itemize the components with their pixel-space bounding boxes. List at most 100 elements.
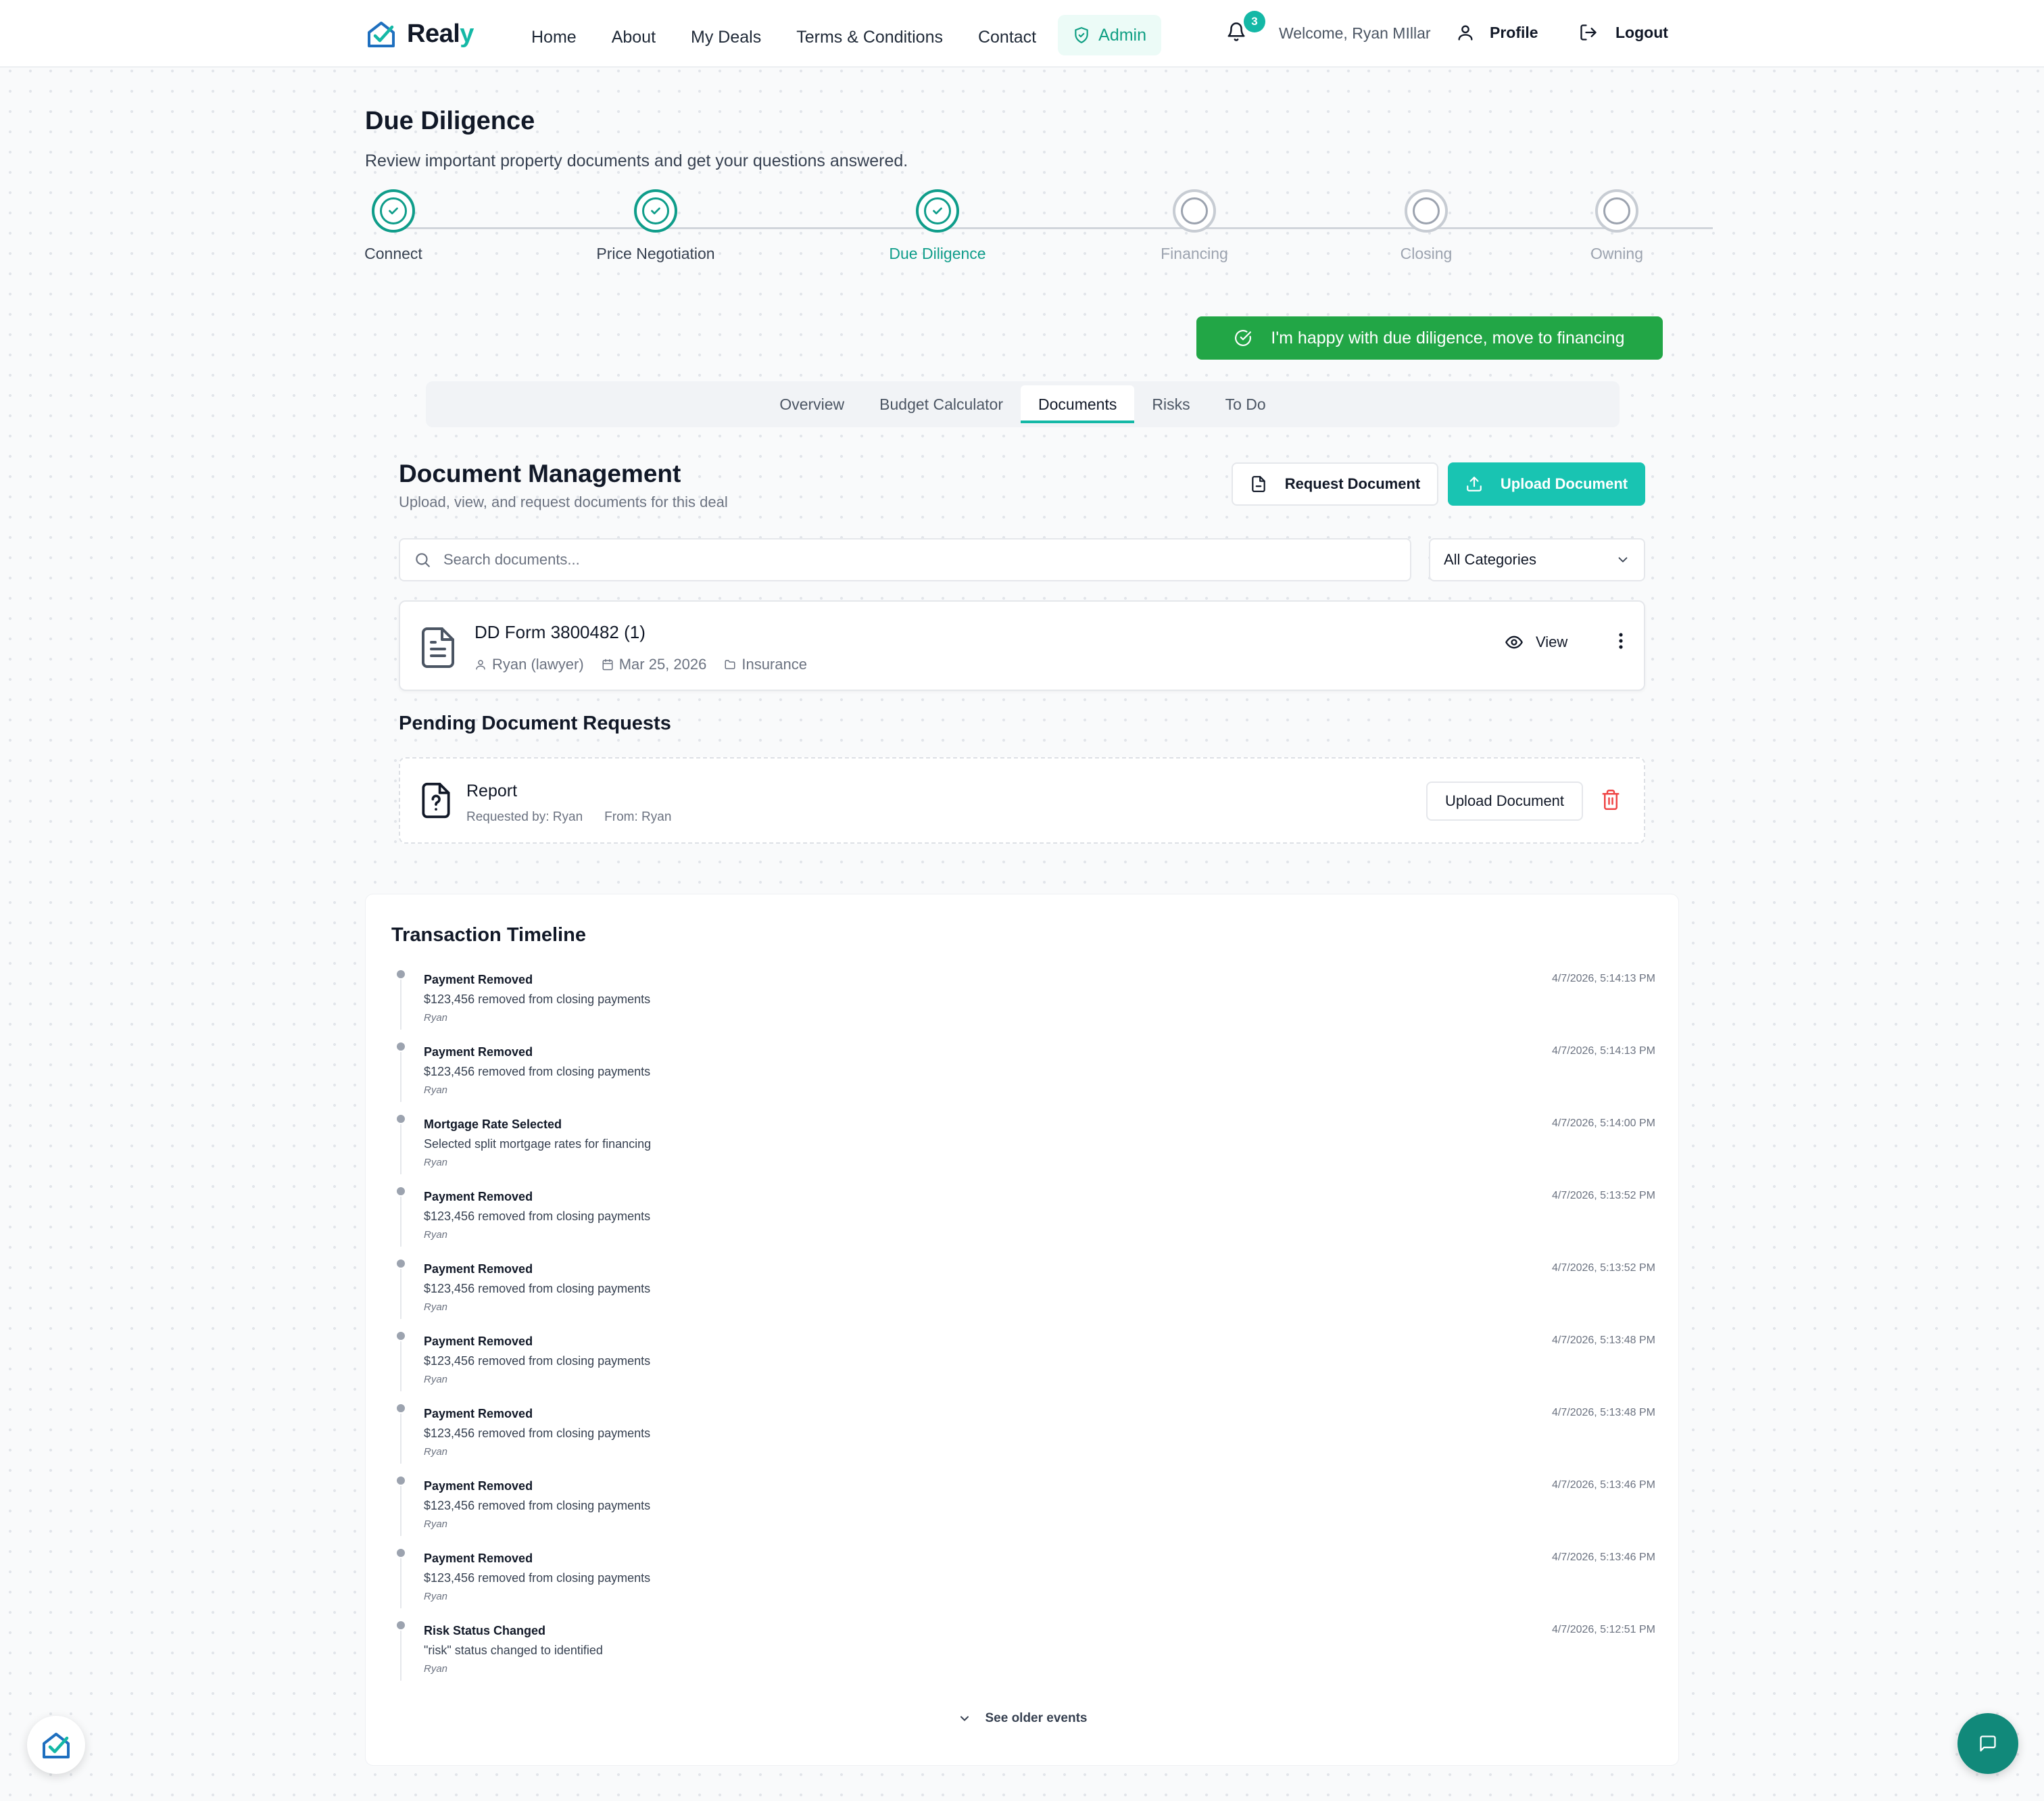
request-from: From: Ryan [604, 810, 672, 824]
nav-home[interactable]: Home [531, 21, 577, 53]
timeline-event-description: $123,456 removed from closing payments [424, 1282, 651, 1295]
file-question-icon [422, 782, 450, 819]
timeline-event-time: 4/7/2026, 5:13:46 PM [1552, 1479, 1655, 1491]
check-icon [651, 207, 660, 215]
logout-link[interactable]: Logout [1579, 23, 1668, 42]
document-owner-text: Ryan (lawyer) [492, 656, 584, 673]
document-more-button[interactable] [1607, 627, 1634, 654]
step-label: Financing [1161, 245, 1228, 262]
document-category: Insurance [724, 656, 807, 673]
timeline-event: Payment Removed $123,456 removed from clo… [391, 1184, 1655, 1257]
timeline-event-description: $123,456 removed from closing payments [424, 1354, 651, 1368]
step-label: Closing [1400, 245, 1453, 262]
step-financing[interactable]: Financing [1093, 189, 1296, 263]
timeline-connector [400, 1558, 402, 1608]
tab-budget-calculator[interactable]: Budget Calculator [862, 385, 1021, 423]
tab-risks[interactable]: Risks [1134, 385, 1207, 423]
calendar-icon [602, 658, 613, 671]
timeline-event-user: Ryan [424, 1229, 448, 1241]
search-icon [416, 553, 430, 567]
timeline-event-user: Ryan [424, 1084, 448, 1096]
timeline-event-time: 4/7/2026, 5:13:48 PM [1552, 1407, 1655, 1418]
document-management-title: Document Management [399, 460, 681, 487]
step-connect[interactable]: Connect [292, 189, 495, 263]
brand-name: Realy [407, 19, 474, 48]
document-search [399, 538, 1411, 581]
timeline-event-title: Payment Removed [424, 1407, 533, 1420]
step-owning[interactable]: Owning [1515, 189, 1718, 263]
nav-terms[interactable]: Terms & Conditions [796, 21, 943, 53]
timeline-dot [397, 1404, 405, 1412]
category-select-value: All Categories [1444, 551, 1536, 568]
timeline-event-description: "risk" status changed to identified [424, 1643, 603, 1657]
nav-admin[interactable]: Admin [1058, 15, 1162, 55]
tab-documents[interactable]: Documents [1021, 385, 1135, 423]
logout-icon [1580, 24, 1597, 41]
chevron-down-icon [960, 1716, 969, 1721]
timeline-dot [397, 1549, 405, 1557]
timeline-connector [400, 1341, 402, 1391]
timeline-dot [397, 1115, 405, 1123]
timeline-event-time: 4/7/2026, 5:13:46 PM [1552, 1552, 1655, 1563]
check-icon [389, 207, 398, 215]
shield-check-icon [1075, 27, 1088, 43]
see-older-events-button[interactable]: See older events [366, 1711, 1680, 1726]
profile-link[interactable]: Profile [1456, 23, 1538, 42]
timeline-dot [397, 1259, 405, 1268]
timeline-event: Payment Removed $123,456 removed from clo… [391, 1040, 1655, 1112]
category-select[interactable]: All Categories [1429, 538, 1645, 581]
timeline-event-title: Mortgage Rate Selected [424, 1118, 562, 1131]
nav-about[interactable]: About [612, 21, 656, 53]
document-category-text: Insurance [741, 656, 807, 673]
request-name: Report [466, 782, 518, 800]
view-document-button[interactable]: View [1505, 629, 1567, 656]
timeline-event-time: 4/7/2026, 5:13:52 PM [1552, 1190, 1655, 1201]
nav-my-deals[interactable]: My Deals [691, 21, 761, 53]
upload-document-button[interactable]: Upload Document [1448, 462, 1645, 506]
chevron-down-icon [1618, 557, 1628, 562]
timeline-dot [397, 1042, 405, 1051]
timeline-event-user: Ryan [424, 1012, 448, 1024]
file-text-icon [422, 627, 454, 668]
timeline-event-title: Payment Removed [424, 1262, 533, 1276]
step-status-indicator [916, 189, 959, 233]
step-due-diligence[interactable]: Due Diligence [836, 189, 1039, 263]
file-icon [1252, 476, 1265, 492]
timeline-event: Payment Removed $123,456 removed from clo… [391, 1546, 1655, 1618]
request-document-button[interactable]: Request Document [1232, 462, 1438, 506]
timeline-event-user: Ryan [424, 1446, 448, 1458]
chat-button[interactable] [1957, 1713, 2018, 1774]
timeline-event-user: Ryan [424, 1157, 448, 1168]
timeline-event-time: 4/7/2026, 5:14:13 PM [1552, 1045, 1655, 1057]
timeline-event: Payment Removed $123,456 removed from clo… [391, 1474, 1655, 1546]
more-vertical-icon [1619, 633, 1623, 649]
trash-icon[interactable] [1601, 788, 1621, 811]
deal-progress-stepper: Connect Price Negotiation Due Diligence … [364, 189, 1718, 270]
request-upload-button[interactable]: Upload Document [1426, 782, 1583, 821]
timeline-event: Payment Removed $123,456 removed from clo… [391, 1257, 1655, 1329]
brand-logo[interactable]: Realy [365, 16, 474, 51]
eye-icon [1505, 635, 1523, 649]
house-check-icon [43, 1733, 70, 1758]
tab-overview[interactable]: Overview [762, 385, 862, 423]
user-icon [1458, 25, 1473, 41]
logout-label: Logout [1615, 23, 1668, 41]
step-price-negotiation[interactable]: Price Negotiation [554, 189, 757, 263]
timeline-event-title: Payment Removed [424, 1045, 533, 1059]
profile-label: Profile [1490, 23, 1538, 41]
nav-contact[interactable]: Contact [978, 21, 1036, 53]
step-label: Owning [1590, 245, 1643, 262]
floating-logo-button[interactable] [27, 1716, 85, 1774]
step-label: Due Diligence [889, 245, 986, 262]
timeline-event-description: Selected split mortgage rates for financ… [424, 1137, 652, 1151]
move-to-financing-button[interactable]: I'm happy with due diligence, move to fi… [1196, 316, 1663, 360]
document-name[interactable]: DD Form 3800482 (1) [474, 622, 646, 643]
document-date-text: Mar 25, 2026 [618, 656, 707, 673]
document-management-subtitle: Upload, view, and request documents for … [399, 494, 728, 510]
tab-to-do[interactable]: To Do [1208, 385, 1284, 423]
step-closing[interactable]: Closing [1325, 189, 1528, 263]
request-meta: Requested by: Ryan From: Ryan [466, 810, 671, 825]
timeline-event-user: Ryan [424, 1663, 448, 1675]
search-input[interactable] [443, 551, 1322, 569]
timeline-event-description: $123,456 removed from closing payments [424, 1499, 651, 1512]
